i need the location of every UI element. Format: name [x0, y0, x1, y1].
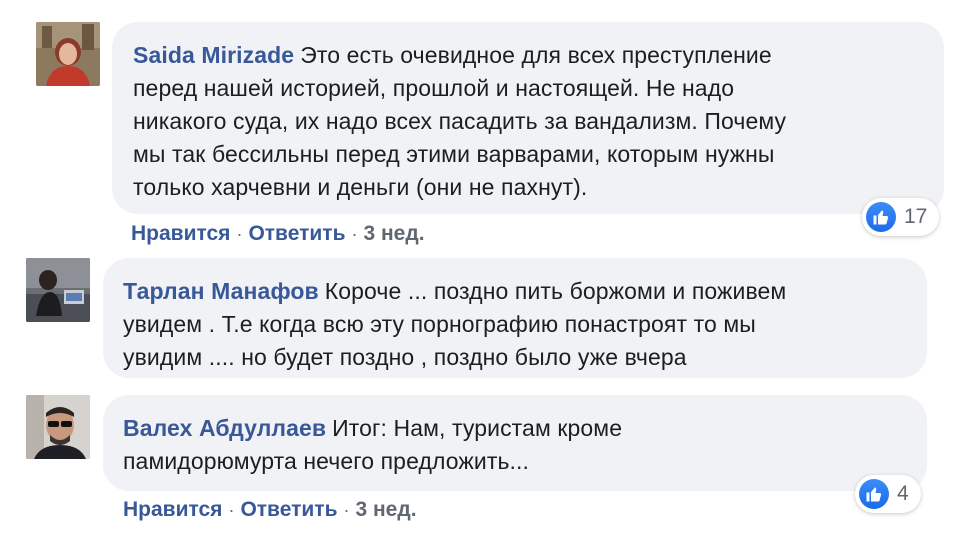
timestamp[interactable]: 3 нед. — [355, 498, 416, 521]
thumbs-up-icon — [866, 202, 896, 232]
separator-dot: · — [236, 224, 243, 244]
like-link[interactable]: Нравится — [123, 498, 222, 521]
comment-bubble: Тарлан Манафов Короче ... поздно пить бор… — [103, 258, 927, 378]
comment-text-line: увидим .... но будет поздно , поздно был… — [123, 344, 687, 370]
like-link[interactable]: Нравится — [131, 222, 230, 245]
comment-text-line: увидем . Т.е когда всю эту порнографию п… — [123, 311, 756, 337]
comment-author[interactable]: Валех Абдуллаев — [123, 415, 326, 441]
comment-text-line: мы так бессильны перед этими варварами, … — [133, 141, 775, 167]
reply-link[interactable]: Ответить — [240, 498, 337, 521]
reaction-count: 4 — [897, 482, 909, 505]
reaction-badge[interactable]: 4 — [855, 475, 921, 513]
comment-bubble: Валех Абдуллаев Итог: Нам, туристам кроме… — [103, 395, 927, 491]
avatar-photo — [26, 395, 90, 459]
timestamp[interactable]: 3 нед. — [363, 222, 424, 245]
comment-bubble: Saida Mirizade Это есть очевидное для все… — [112, 22, 944, 214]
comment-text-line: Это есть очевидное для всех преступление — [300, 42, 772, 68]
separator-dot: · — [351, 224, 358, 244]
reply-link[interactable]: Ответить — [248, 222, 345, 245]
avatar[interactable] — [26, 395, 90, 459]
comment-text-line: памидорюмурта нечего предложить... — [123, 448, 530, 474]
comment-text-line: Короче ... поздно пить боржоми и поживем — [324, 278, 787, 304]
thumbs-up-icon — [859, 479, 889, 509]
reaction-badge[interactable]: 17 — [862, 198, 940, 236]
comment-text-line: никакого суда, их надо всех пасадить за … — [133, 108, 787, 134]
comment-actions: Нравится · Ответить · 3 нед. — [131, 219, 425, 249]
comment-text-line: Итог: Нам, туристам кроме — [332, 415, 623, 441]
avatar[interactable] — [26, 258, 90, 322]
separator-dot: · — [228, 500, 235, 520]
separator-dot: · — [343, 500, 350, 520]
avatar[interactable] — [36, 22, 100, 86]
avatar-photo — [26, 258, 90, 322]
comment-text-line: только харчевни и деньги (они не пахнут)… — [133, 174, 588, 200]
comment-author[interactable]: Тарлан Манафов — [123, 278, 319, 304]
comment-actions: Нравится · Ответить · 3 нед. — [123, 495, 417, 525]
comment-author[interactable]: Saida Mirizade — [133, 42, 294, 68]
comment-text-line: перед нашей историей, прошлой и настояще… — [133, 75, 735, 101]
avatar-photo — [36, 22, 100, 86]
reaction-count: 17 — [904, 205, 928, 228]
